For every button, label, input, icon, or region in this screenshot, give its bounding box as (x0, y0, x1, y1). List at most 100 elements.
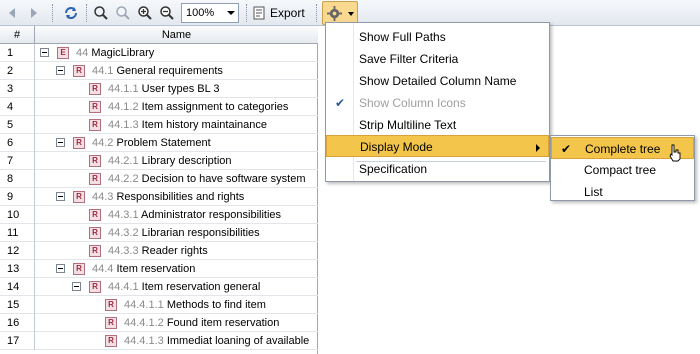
zoom-fit-icon[interactable] (91, 3, 111, 23)
requirement-name: Immediat loaning of available (166, 335, 310, 347)
requirement-icon: R (73, 263, 85, 275)
menu-item-label: Save Filter Criteria (359, 52, 459, 66)
requirement-name: Library description (141, 155, 232, 167)
row-label: 44.2.1 Library description (108, 152, 232, 170)
toolbar-separator (86, 4, 87, 22)
checkmark-icon: ✔ (335, 96, 346, 110)
row-number: 7 (0, 152, 35, 170)
requirement-name: Methods to find item (166, 299, 266, 311)
zoom-in-icon[interactable] (135, 3, 155, 23)
table-row[interactable]: 5 R 44.1.3 Item history maintainance (0, 116, 318, 134)
row-number: 11 (0, 224, 35, 242)
name-cell: R 44.2.1 Library description (35, 152, 318, 170)
collapse-toggle-icon[interactable] (56, 66, 65, 75)
menu-item-save-filter-criteria[interactable]: Save Filter Criteria (326, 48, 549, 70)
row-number: 16 (0, 314, 35, 332)
table-row[interactable]: 15 R 44.4.1.1 Methods to find item (0, 296, 318, 314)
requirement-icon: R (89, 101, 101, 113)
zoom-actual-icon[interactable] (113, 3, 133, 23)
name-cell: R 44.4.1.1 Methods to find item (35, 296, 318, 314)
column-header-number[interactable]: # (0, 26, 35, 44)
collapse-toggle-icon[interactable] (56, 138, 65, 147)
table-row[interactable]: 14 R 44.4.1 Item reservation general (0, 278, 318, 296)
table-row[interactable]: 1 E 44 MagicLibrary (0, 44, 318, 62)
package-icon: E (57, 47, 69, 59)
name-cell: R 44.3.3 Reader rights (35, 242, 318, 260)
row-label: 44.3.1 Administrator responsibilities (108, 206, 281, 224)
menu-item-show-full-paths[interactable]: Show Full Paths (326, 26, 549, 48)
submenu-item-label: Complete tree (585, 142, 661, 156)
menu-item-specification[interactable]: Specification (326, 158, 549, 180)
row-label: 44.4.1 Item reservation general (108, 278, 260, 296)
requirement-id: 44.4.1 (108, 281, 139, 293)
row-number: 15 (0, 296, 35, 314)
requirement-icon: R (73, 137, 85, 149)
export-button[interactable]: Export (252, 3, 305, 23)
table-row[interactable]: 4 R 44.1.2 Item assignment to categories (0, 98, 318, 116)
requirement-id: 44 (76, 47, 89, 59)
row-number: 4 (0, 98, 35, 116)
collapse-toggle-icon[interactable] (56, 192, 65, 201)
submenu-item-list[interactable]: List (551, 181, 694, 203)
row-label: 44.1.3 Item history maintainance (108, 116, 267, 134)
name-cell: R 44.1.3 Item history maintainance (35, 116, 318, 134)
menu-item-show-column-icons[interactable]: ✔ Show Column Icons (326, 92, 549, 114)
requirement-id: 44.3.2 (108, 227, 139, 239)
table-row[interactable]: 9 R 44.3 Responsibilities and rights (0, 188, 318, 206)
submenu-item-compact-tree[interactable]: Compact tree (551, 159, 694, 181)
table-row[interactable]: 10 R 44.3.1 Administrator responsibilities (0, 206, 318, 224)
row-number: 1 (0, 44, 35, 62)
requirement-name: Responsibilities and rights (116, 191, 245, 203)
menu-item-label: Show Detailed Column Name (359, 74, 517, 88)
name-cell: R 44.4 Item reservation (35, 260, 318, 278)
collapse-toggle-icon[interactable] (56, 264, 65, 273)
requirement-id: 44.3.1 (108, 209, 139, 221)
requirement-name: Reader rights (141, 245, 208, 257)
menu-item-label: Show Full Paths (359, 30, 446, 44)
requirement-id: 44.1.1 (108, 83, 139, 95)
row-label: 44.3 Responsibilities and rights (92, 188, 244, 206)
requirement-icon: R (89, 119, 101, 131)
table-row[interactable]: 13 R 44.4 Item reservation (0, 260, 318, 278)
gear-icon (327, 6, 342, 21)
menu-item-show-detailed-column-name[interactable]: Show Detailed Column Name (326, 70, 549, 92)
row-label: 44.3.3 Reader rights (108, 242, 208, 260)
requirement-icon: R (89, 83, 101, 95)
menu-item-label: Specification (359, 162, 428, 176)
table-row[interactable]: 3 R 44.1.1 User types BL 3 (0, 80, 318, 98)
export-label: Export (270, 6, 305, 20)
zoom-out-icon[interactable] (157, 3, 177, 23)
requirement-id: 44.1 (92, 65, 114, 77)
back-arrow-icon[interactable] (4, 3, 22, 23)
menu-item-strip-multiline-text[interactable]: Strip Multiline Text (326, 114, 549, 136)
menu-item-display-mode[interactable]: Display Mode (326, 135, 549, 157)
forward-arrow-icon[interactable] (24, 3, 42, 23)
export-icon (253, 6, 265, 20)
table-row[interactable]: 2 R 44.1 General requirements (0, 62, 318, 80)
table-row[interactable]: 16 R 44.4.1.2 Found item reservation (0, 314, 318, 332)
table-row[interactable]: 6 R 44.2 Problem Statement (0, 134, 318, 152)
table-row[interactable]: 12 R 44.3.3 Reader rights (0, 242, 318, 260)
requirement-name: Administrator responsibilities (141, 209, 282, 221)
chevron-down-icon[interactable] (227, 11, 235, 15)
name-cell: R 44.3.1 Administrator responsibilities (35, 206, 318, 224)
requirement-name: User types BL 3 (141, 83, 220, 95)
row-number: 6 (0, 134, 35, 152)
collapse-toggle-icon[interactable] (72, 282, 81, 291)
table-row[interactable]: 11 R 44.3.2 Librarian responsibilities (0, 224, 318, 242)
requirement-id: 44.3.3 (108, 245, 139, 257)
table-row[interactable]: 8 R 44.2.2 Decision to have software syste… (0, 170, 318, 188)
name-cell: R 44.4.1.2 Found item reservation (35, 314, 318, 332)
collapse-toggle-icon[interactable] (40, 48, 49, 57)
refresh-icon[interactable] (60, 3, 82, 23)
row-label: 44.4.1.1 Methods to find item (124, 296, 266, 314)
requirement-id: 44.1.2 (108, 101, 139, 113)
row-number: 9 (0, 188, 35, 206)
name-cell: R 44.3.2 Librarian responsibilities (35, 224, 318, 242)
chevron-down-icon (348, 12, 354, 16)
column-header-name[interactable]: Name (35, 26, 318, 44)
table-row[interactable]: 7 R 44.2.1 Library description (0, 152, 318, 170)
zoom-select[interactable]: 100% (181, 3, 239, 23)
row-number: 5 (0, 116, 35, 134)
table-row[interactable]: 17 R 44.4.1.3 Immediat loaning of availabl… (0, 332, 318, 350)
